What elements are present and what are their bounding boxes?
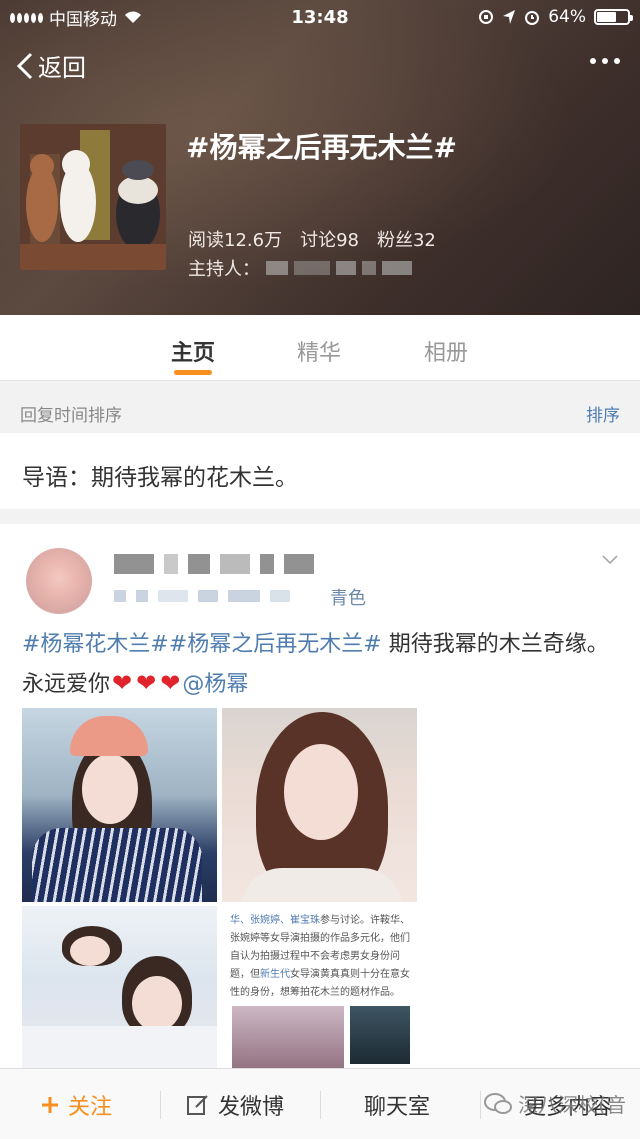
- back-button[interactable]: 返回: [16, 48, 86, 83]
- topic-title: #杨幂之后再无木兰#: [186, 131, 457, 164]
- sort-label: 回复时间排序: [20, 406, 122, 426]
- chevron-down-icon[interactable]: [602, 552, 618, 568]
- host-label: 主持人：: [188, 259, 260, 280]
- avatar[interactable]: [26, 548, 92, 614]
- intro-text: 导语：期待我幂的花木兰。: [22, 465, 298, 491]
- post-image-4[interactable]: 华、张婉婷、崔宝珠参与讨论。许鞍华、 张婉婷等女导演拍摄的作品多元化，他们 自认…: [222, 906, 417, 1084]
- chatroom-button[interactable]: 聊天室: [364, 1089, 430, 1121]
- bottom-toolbar: 关注 发微博 聊天室 更多内容 深八深校(音: [0, 1068, 640, 1139]
- sort-bar: 回复时间排序 排序: [0, 381, 640, 433]
- active-tab-indicator: [174, 370, 212, 375]
- heart-icon: ❤: [112, 669, 133, 697]
- host-row: 主持人：: [188, 255, 412, 281]
- compose-icon: [187, 1095, 208, 1115]
- reads-count: 阅读12.6万: [188, 230, 283, 251]
- tab-bar: 主页 精华 相册: [0, 315, 640, 381]
- more-options-button[interactable]: [590, 52, 620, 70]
- topic-intro: 导语：期待我幂的花木兰。: [0, 433, 640, 509]
- topic-cover-image[interactable]: [20, 124, 166, 270]
- hashtag-link[interactable]: #杨幂之后再无木兰#: [169, 632, 382, 657]
- follow-button[interactable]: 关注: [40, 1089, 112, 1121]
- post-image-3[interactable]: [22, 906, 217, 1084]
- plus-icon: [42, 1097, 58, 1113]
- mention-link[interactable]: @杨幂: [182, 672, 248, 697]
- post-card[interactable]: 青色 #杨幂花木兰##杨幂之后再无木兰# 期待我幂的木兰奇缘。永远爱你❤ ❤ ❤@杨…: [0, 524, 640, 1084]
- cartoon-bears-image: [20, 124, 166, 270]
- post-text: #杨幂花木兰##杨幂之后再无木兰# 期待我幂的木兰奇缘。永远爱你❤ ❤ ❤@杨幂: [22, 626, 622, 704]
- topic-header: 中国移动 13:48 64% 返回 #杨幂之后再无木兰# 阅读12.6万 讨论9…: [0, 0, 640, 315]
- discussions-count: 讨论98: [300, 230, 359, 251]
- battery-percent: 64%: [548, 7, 586, 27]
- location-icon: [503, 10, 516, 24]
- hashtag-link[interactable]: #杨幂花木兰#: [22, 632, 169, 657]
- host-name-redacted: [266, 261, 288, 275]
- status-bar: 中国移动 13:48 64%: [0, 0, 640, 34]
- heart-icon: ❤: [136, 669, 157, 697]
- alarm-icon: [525, 11, 540, 25]
- wechat-icon: [484, 1092, 513, 1114]
- tab-featured[interactable]: 精华: [297, 335, 341, 367]
- chevron-left-icon: [16, 52, 33, 79]
- battery-icon: [594, 9, 633, 25]
- compose-post-button[interactable]: 发微博: [186, 1089, 284, 1121]
- lock-rotation-icon: [479, 10, 494, 24]
- username-redacted[interactable]: [114, 554, 314, 574]
- tab-home[interactable]: 主页: [171, 335, 215, 367]
- post-source-suffix: 青色: [330, 588, 366, 609]
- post-image-2[interactable]: [222, 708, 417, 902]
- back-label: 返回: [38, 54, 86, 82]
- heart-icon: ❤: [160, 669, 181, 697]
- post-image-1[interactable]: [22, 708, 217, 902]
- sort-button[interactable]: 排序: [586, 401, 620, 426]
- fans-count: 粉丝32: [376, 230, 436, 251]
- tab-album[interactable]: 相册: [424, 335, 468, 367]
- topic-stats: 阅读12.6万 讨论98 粉丝32: [188, 226, 436, 252]
- post-meta-redacted: [114, 590, 290, 602]
- watermark: 深八深校(音: [484, 1089, 626, 1118]
